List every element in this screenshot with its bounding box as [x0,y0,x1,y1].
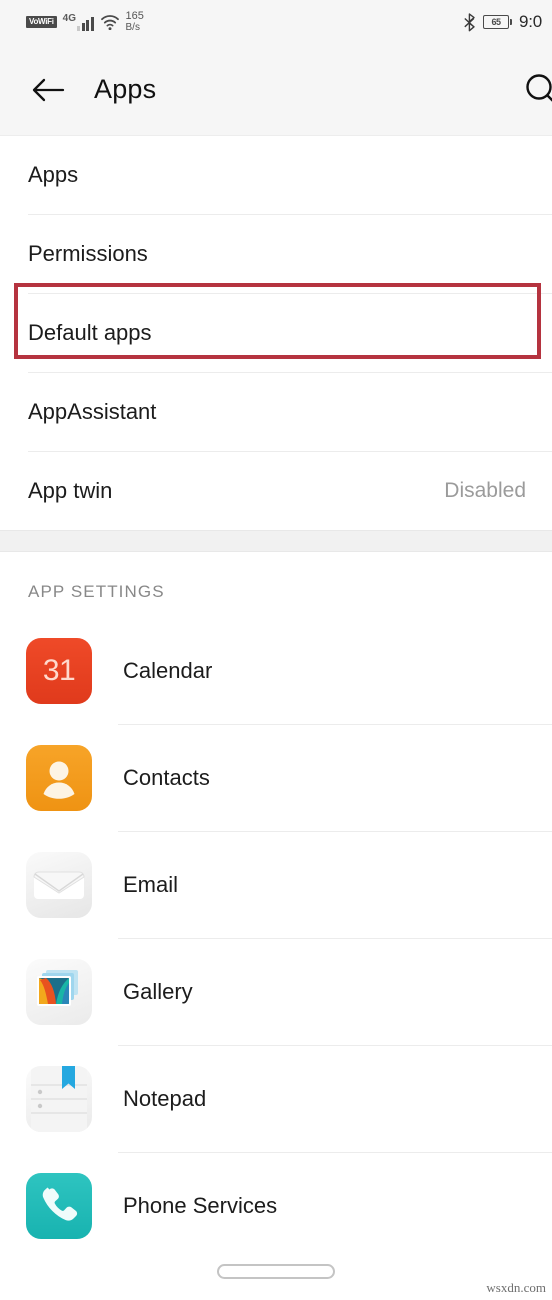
network-type-label: 4G [62,12,76,24]
battery-icon: 65 [482,15,512,29]
app-name-label: Notepad [123,1086,207,1111]
settings-row-label: Permissions [28,241,148,266]
cellular-signal-icon: 4G [62,12,94,31]
back-arrow-icon [32,78,65,101]
wifi-icon [100,15,119,30]
section-header-app-settings: APP SETTINGS [28,582,165,601]
section-separator [0,530,552,552]
status-bar: VoWiFi 4G 165 B/s 65 9:0 [0,0,552,44]
settings-row-label: Apps [28,162,79,187]
app-row-email[interactable]: Email [0,832,552,938]
app-name-label: Phone Services [123,1193,278,1218]
back-button[interactable] [26,68,70,112]
settings-row-permissions[interactable]: Permissions [0,215,552,293]
app-row-notepad[interactable]: Notepad [0,1046,552,1152]
navigation-bar [0,1242,552,1300]
home-indicator[interactable] [217,1263,335,1279]
search-button[interactable] [516,65,552,115]
settings-list: Apps Permissions Default apps AppAssista… [0,136,552,530]
settings-row-default-apps[interactable]: Default apps [0,294,552,372]
data-speed-indicator: 165 B/s [125,10,144,34]
settings-row-app-twin[interactable]: App twin Disabled [0,452,552,530]
data-speed-unit: B/s [125,22,140,33]
settings-row-label: AppAssistant [28,399,157,424]
phone-services-icon [26,1173,92,1239]
settings-row-apps[interactable]: Apps [0,136,552,214]
app-name-label: Contacts [123,765,210,790]
signal-bars-icon [77,16,94,31]
calendar-icon-day: 31 [42,654,76,687]
app-name-label: Email [123,872,179,897]
watermark-label: wsxdn.com [486,1280,546,1295]
app-name-label: Calendar [123,658,213,683]
app-header: Apps [0,44,552,136]
clock-label: 9:0 [518,12,542,31]
note-bookmark-glyph-icon [31,1066,87,1132]
status-bar-left: VoWiFi 4G 165 B/s [26,11,144,33]
app-row-contacts[interactable]: Contacts [0,725,552,831]
email-icon [26,852,92,918]
status-bar-right: 65 9:0 [463,12,542,32]
settings-row-label: App twin [28,478,113,503]
bluetooth-icon [464,12,475,31]
settings-row-label: Default apps [28,320,152,345]
settings-row-appassistant[interactable]: AppAssistant [0,373,552,451]
calendar-icon: 31 [26,638,92,704]
gallery-icon [26,959,92,1025]
notepad-icon [26,1066,92,1132]
contacts-icon [26,745,92,811]
person-glyph-icon [43,761,75,799]
phone-handset-glyph-icon [42,1187,78,1221]
app-name-label: Gallery [123,979,193,1004]
photo-stack-glyph-icon [37,970,78,1006]
settings-row-value: Disabled [444,479,526,502]
battery-level-label: 65 [491,17,501,27]
data-speed-value: 165 [125,10,144,22]
search-icon [526,73,552,102]
app-row-gallery[interactable]: Gallery [0,939,552,1045]
app-settings-list: 31 Calendar Contacts Email Gallery Notep… [0,618,552,1259]
envelope-glyph-icon [33,871,85,899]
vowifi-icon: VoWiFi [26,16,57,28]
app-row-calendar[interactable]: 31 Calendar [0,618,552,724]
page-title: Apps [94,74,157,104]
